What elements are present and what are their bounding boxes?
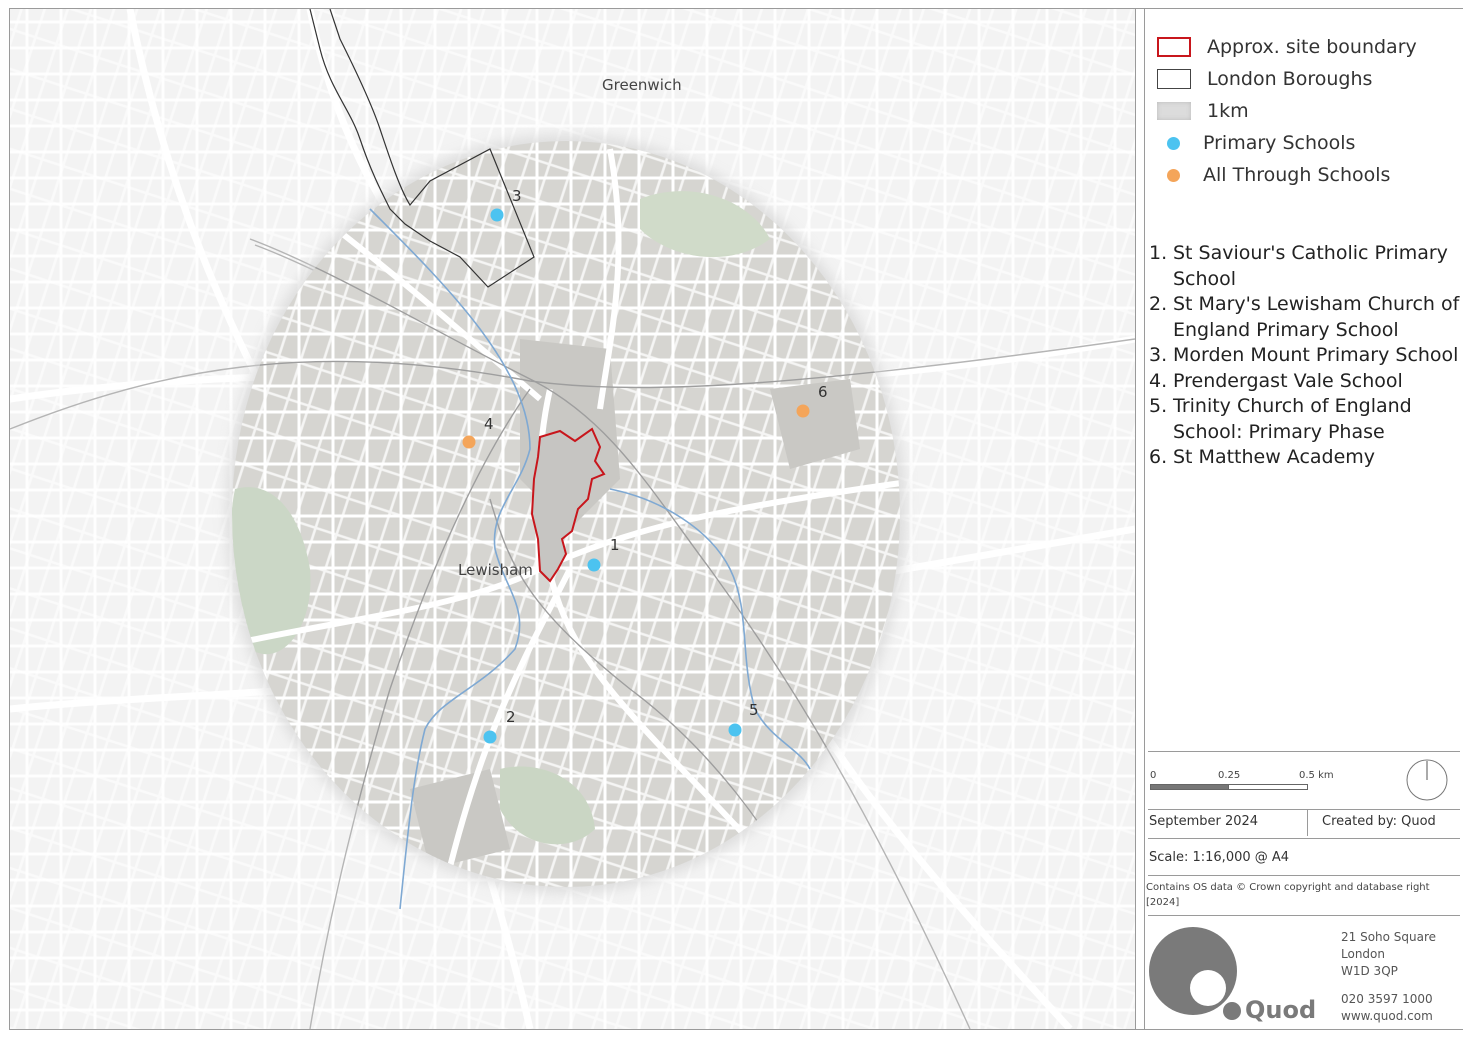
legend-all-through-schools: All Through Schools [1153, 162, 1390, 188]
school-marker-5[interactable] [728, 723, 742, 737]
divider [1148, 915, 1460, 916]
school-number: 2. [1149, 293, 1168, 315]
marker-label-5: 5 [749, 701, 759, 719]
legend-primary-schools: Primary Schools [1153, 130, 1355, 156]
map-view[interactable]: Greenwich Lewisham 1 2 3 4 5 6 [10, 9, 1136, 1029]
school-list: 1. St Saviour's Catholic Primary School 2… [1149, 241, 1461, 471]
buffer-swatch [1157, 102, 1191, 120]
map-canvas[interactable] [10, 9, 1135, 1029]
marker-label-2: 2 [506, 708, 516, 726]
address-line: W1D 3QP [1341, 964, 1398, 978]
school-name: St Matthew Academy [1173, 446, 1376, 468]
company-address: 21 Soho Square London W1D 3QP [1341, 929, 1436, 980]
legend-1km: 1km [1153, 98, 1249, 124]
legend-london-boroughs: London Boroughs [1153, 66, 1372, 92]
school-name: Prendergast Vale School [1173, 369, 1403, 392]
divider [1148, 838, 1460, 839]
school-item: 5. Trinity Church of England School: Prim… [1149, 394, 1461, 445]
school-number: 4. [1149, 369, 1168, 392]
legend-label: All Through Schools [1203, 164, 1391, 186]
label-greenwich: Greenwich [602, 76, 682, 94]
school-name: Morden Mount Primary School [1173, 344, 1459, 366]
marker-label-1: 1 [610, 536, 620, 554]
scale-tick-025: 0.25 [1218, 770, 1241, 781]
divider [1148, 809, 1460, 810]
label-lewisham: Lewisham [458, 561, 533, 579]
school-name: Trinity Church of England School: Primar… [1173, 395, 1412, 443]
school-marker-4[interactable] [462, 435, 476, 449]
address-line: London [1341, 947, 1385, 961]
school-name: St Mary's Lewisham Church of England Pri… [1173, 293, 1460, 341]
company-name: Quod [1245, 996, 1317, 1024]
school-marker-6[interactable] [796, 404, 810, 418]
marker-label-6: 6 [818, 383, 828, 401]
divider [1148, 751, 1460, 752]
legend-label: 1km [1207, 100, 1249, 122]
borough-swatch [1157, 69, 1191, 89]
legend-site-boundary: Approx. site boundary [1153, 34, 1417, 60]
school-item: 2. St Mary's Lewisham Church of England P… [1149, 292, 1461, 343]
school-number: 3. [1149, 344, 1168, 366]
marker-label-4: 4 [484, 415, 494, 433]
school-item: 3. Morden Mount Primary School [1149, 343, 1461, 369]
divider [1148, 875, 1460, 876]
map-scale: Scale: 1:16,000 @ A4 [1149, 850, 1290, 865]
primary-school-swatch [1153, 133, 1187, 153]
copyright-notice: Contains OS data © Crown copyright and d… [1146, 882, 1430, 908]
school-item: 6. St Matthew Academy [1149, 445, 1461, 471]
legend-label: Primary Schools [1203, 132, 1356, 154]
all-through-school-swatch [1153, 165, 1187, 185]
legend-label: London Boroughs [1207, 68, 1373, 90]
school-marker-3[interactable] [490, 208, 504, 222]
scale-bar [1150, 784, 1308, 790]
legend-label: Approx. site boundary [1207, 36, 1417, 58]
school-name: St Saviour's Catholic Primary School [1173, 242, 1448, 290]
school-item: 1. St Saviour's Catholic Primary School [1149, 241, 1461, 292]
company-phone: 020 3597 1000 [1341, 992, 1433, 1006]
scale-tick-0: 0 [1150, 770, 1157, 781]
school-item: 4. Prendergast Vale School [1149, 369, 1461, 395]
address-line: 21 Soho Square [1341, 930, 1437, 944]
company-website[interactable]: www.quod.com [1341, 1008, 1433, 1025]
school-number: 1. [1149, 242, 1168, 264]
site-boundary-swatch [1157, 37, 1191, 57]
map-date: September 2024 [1149, 814, 1259, 829]
marker-label-3: 3 [512, 187, 522, 205]
school-marker-1[interactable] [587, 558, 601, 572]
school-number: 5. [1149, 395, 1168, 417]
created-by: Created by: Quod [1322, 814, 1436, 829]
school-number: 6. [1149, 446, 1168, 468]
school-marker-2[interactable] [483, 730, 497, 744]
side-panel: Approx. site boundary London Boroughs 1k… [1144, 9, 1463, 1029]
north-arrow-icon [1406, 759, 1448, 801]
scale-tick-05: 0.5 km [1299, 770, 1334, 781]
divider-vertical [1307, 810, 1308, 836]
